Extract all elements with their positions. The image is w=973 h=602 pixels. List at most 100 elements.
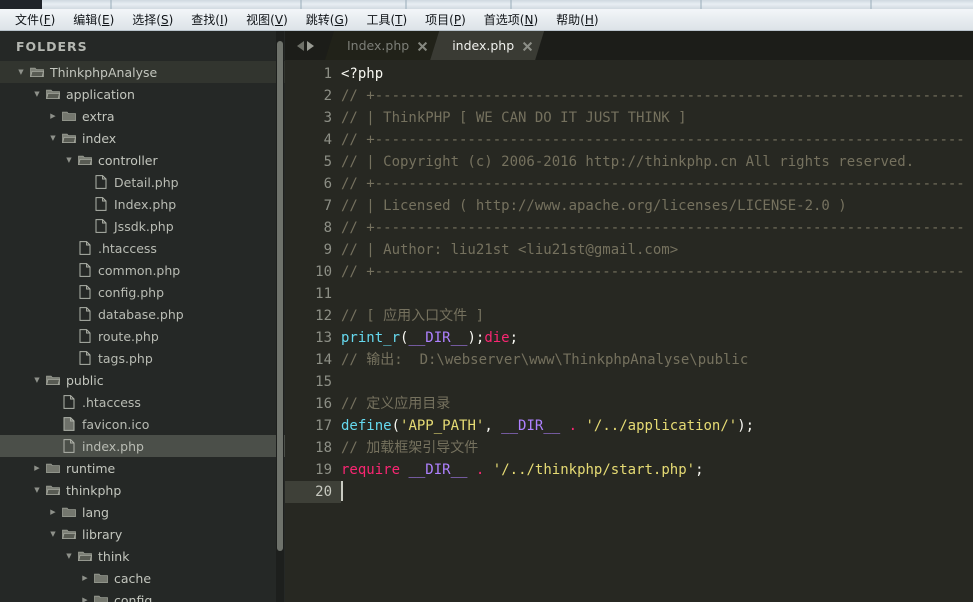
menu-item-10[interactable]: 帮助(H) [547, 10, 607, 30]
code-line[interactable]: // [ 应用入口文件 ] [341, 305, 973, 327]
tree-item--htaccess[interactable]: .htaccess [0, 237, 285, 259]
chevron-right-icon[interactable] [306, 40, 314, 51]
tree-item-library[interactable]: ▼ library [0, 523, 285, 545]
code-line[interactable]: // | Author: liu21st <liu21st@gmail.com> [341, 239, 973, 261]
tree-item-index-php[interactable]: Index.php [0, 193, 285, 215]
chevron-right-icon[interactable]: ▶ [46, 105, 60, 127]
tree-item-extra[interactable]: ▶ extra [0, 105, 285, 127]
line-number: 19 [315, 462, 332, 478]
tree-item-cache[interactable]: ▶ cache [0, 567, 285, 589]
sublime-text-window: 文件(F) 编辑(E) 选择(S) 查找(I) 视图(V) 跳转(G) 工具(T) 项目(P)… [0, 0, 973, 602]
tree-item-runtime[interactable]: ▶ runtime [0, 457, 285, 479]
code-line[interactable]: print_r(__DIR__);die; [341, 327, 973, 349]
code-line[interactable]: // +------------------------------------… [341, 173, 973, 195]
code-area[interactable]: 1 2 3 4 5 6 7 8 9 10 11 12 13 14 15 16 17 18 19 20 <?php// … [285, 60, 973, 602]
code-line[interactable]: // +------------------------------------… [341, 129, 973, 151]
tree-item-tags-php[interactable]: tags.php [0, 347, 285, 369]
code-line[interactable]: <?php [341, 63, 973, 85]
tree-item-index[interactable]: ▼ index [0, 127, 285, 149]
code-line[interactable]: // 加载框架引导文件 [341, 437, 973, 459]
sidebar-scrollbar-thumb[interactable] [277, 41, 283, 551]
tree-item-label: route.php [98, 328, 159, 344]
close-icon[interactable] [417, 40, 428, 51]
chevron-right-icon[interactable]: ▶ [78, 567, 92, 589]
tree-item-application[interactable]: ▼ application [0, 83, 285, 105]
sidebar-scrollbar-track[interactable] [276, 31, 284, 602]
chevron-down-icon[interactable]: ▼ [46, 127, 60, 149]
code-line[interactable]: // | Copyright (c) 2006-2016 http://thin… [341, 151, 973, 173]
menu-item-6[interactable]: 跳转(G) [297, 10, 358, 30]
code-content[interactable]: <?php // +-------------------------------… [341, 60, 973, 602]
code-line[interactable] [341, 481, 973, 503]
menu-item-7[interactable]: 工具(T) [357, 10, 416, 30]
chevron-down-icon[interactable]: ▼ [46, 523, 60, 545]
file-icon [76, 285, 94, 299]
code-line[interactable]: // | Licensed ( http://www.apache.org/li… [341, 195, 973, 217]
editor-pane: Index.php index.php 1 2 3 4 5 6 7 8 9 10 11 12 13 14 15… [285, 31, 973, 602]
code-line[interactable] [341, 371, 973, 393]
tree-item--htaccess[interactable]: .htaccess [0, 391, 285, 413]
code-token-op: ); [467, 330, 485, 346]
menu-item-2[interactable]: 编辑(E) [64, 10, 123, 30]
code-line[interactable]: // +------------------------------------… [341, 85, 973, 107]
tree-item-lang[interactable]: ▶ lang [0, 501, 285, 523]
code-line[interactable]: // +------------------------------------… [341, 217, 973, 239]
tree-item-database-php[interactable]: database.php [0, 303, 285, 325]
tree-item-thinkphpanalyse[interactable]: ▼ ThinkphpAnalyse [0, 61, 285, 83]
code-line[interactable] [341, 283, 973, 305]
close-icon[interactable] [522, 40, 533, 51]
folder-open-icon [60, 132, 78, 144]
tree-item-config[interactable]: ▶ config [0, 589, 285, 602]
code-line[interactable]: // | ThinkPHP [ WE CAN DO IT JUST THINK … [341, 107, 973, 129]
code-line[interactable]: // 定义应用目录 [341, 393, 973, 415]
menu-item-mnemonic: V [274, 12, 284, 27]
line-number: 3 [323, 110, 332, 126]
tree-item-label: index [82, 130, 117, 146]
menu-item-8[interactable]: 项目(P) [416, 10, 475, 30]
code-line[interactable]: define('APP_PATH', __DIR__ . '/../applic… [341, 415, 973, 437]
tree-item-favicon-ico[interactable]: favicon.ico [0, 413, 285, 435]
menu-item-label: 查找( [191, 12, 220, 27]
menu-item-label: 项目( [425, 12, 454, 27]
chevron-down-icon[interactable]: ▼ [14, 61, 28, 83]
chevron-down-icon[interactable]: ▼ [62, 149, 76, 171]
chevron-down-icon[interactable]: ▼ [30, 479, 44, 501]
chevron-right-icon[interactable]: ▶ [30, 457, 44, 479]
chevron-down-icon[interactable]: ▼ [30, 369, 44, 391]
chevron-left-icon[interactable] [296, 40, 304, 51]
tree-item-index-php[interactable]: index.php [0, 435, 285, 457]
code-token-op [577, 418, 585, 434]
tree-item-route-php[interactable]: route.php [0, 325, 285, 347]
menu-item-5[interactable]: 视图(V) [237, 10, 297, 30]
code-line[interactable]: require __DIR__ . '/../thinkphp/start.ph… [341, 459, 973, 481]
tree-item-common-php[interactable]: common.php [0, 259, 285, 281]
chevron-right-icon[interactable]: ▶ [46, 501, 60, 523]
code-line[interactable]: // 输出: D:\webserver\www\ThinkphpAnalyse\… [341, 349, 973, 371]
chevron-down-icon[interactable]: ▼ [62, 545, 76, 567]
folder-open-icon [76, 550, 94, 562]
code-token-cm: // | ThinkPHP [ WE CAN DO IT JUST THINK … [341, 110, 687, 126]
menu-item-1[interactable]: 文件(F) [6, 10, 64, 30]
tree-item-jssdk-php[interactable]: Jssdk.php [0, 215, 285, 237]
menu-item-paren: ) [50, 12, 56, 27]
editor-tab-2[interactable]: index.php [430, 31, 544, 60]
line-number: 10 [315, 264, 332, 280]
folder-closed-icon [60, 110, 78, 122]
chevron-right-icon[interactable]: ▶ [78, 589, 92, 602]
menu-item-9[interactable]: 首选项(N) [475, 10, 547, 30]
tree-item-public[interactable]: ▼ public [0, 369, 285, 391]
tree-item-think[interactable]: ▼ think [0, 545, 285, 567]
code-token-fn: define [341, 418, 392, 434]
menu-item-4[interactable]: 查找(I) [182, 10, 237, 30]
tab-nav-arrows[interactable] [285, 31, 325, 60]
tree-item-config-php[interactable]: config.php [0, 281, 285, 303]
chevron-down-icon[interactable]: ▼ [30, 83, 44, 105]
tree-item-controller[interactable]: ▼ controller [0, 149, 285, 171]
editor-tab-1[interactable]: Index.php [325, 31, 439, 60]
tree-item-label: database.php [98, 306, 184, 322]
tree-item-thinkphp[interactable]: ▼ thinkphp [0, 479, 285, 501]
menu-item-label: 视图( [246, 12, 275, 27]
tree-item-detail-php[interactable]: Detail.php [0, 171, 285, 193]
code-line[interactable]: // +------------------------------------… [341, 261, 973, 283]
menu-item-3[interactable]: 选择(S) [123, 10, 182, 30]
